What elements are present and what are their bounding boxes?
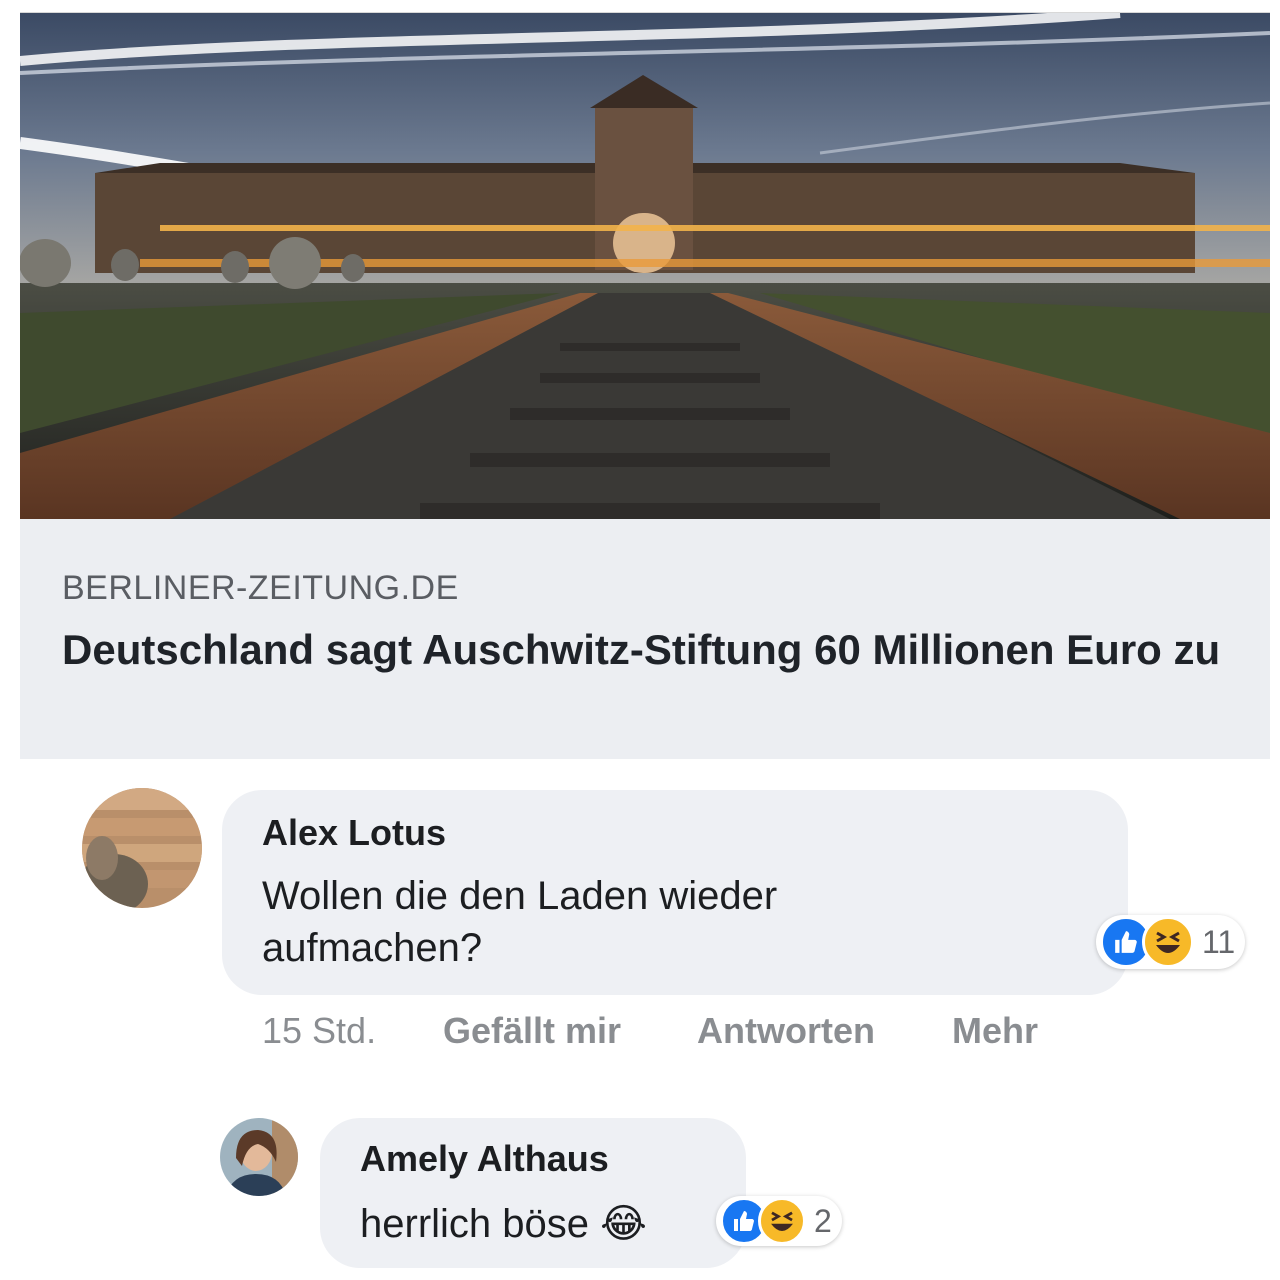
like-button[interactable]: Gefällt mir (443, 1010, 621, 1052)
reply-button[interactable]: Antworten (697, 1010, 875, 1052)
avatar[interactable] (82, 788, 202, 908)
article-image[interactable] (20, 13, 1270, 519)
comment-text: herrlich böse 😂 (360, 1198, 647, 1250)
tears-of-joy-emoji: 😂 (600, 1202, 647, 1246)
comment-timestamp[interactable]: 15 Std. (262, 1010, 376, 1052)
link-headline[interactable]: Deutschland sagt Auschwitz-Stiftung 60 M… (62, 619, 1222, 681)
avatar-image (82, 788, 202, 908)
comment-author[interactable]: Alex Lotus (262, 812, 446, 854)
haha-icon (1142, 916, 1194, 968)
reaction-count: 2 (814, 1202, 832, 1239)
haha-icon (758, 1197, 806, 1245)
comment-text: Wollen die den Laden wieder aufmachen? (262, 874, 778, 970)
reaction-count: 11 (1202, 923, 1236, 960)
reaction-summary[interactable]: 2 (716, 1196, 842, 1246)
comment-bubble[interactable]: Amely Althaus herrlich böse 😂 (320, 1118, 746, 1268)
reaction-summary[interactable]: 11 (1096, 915, 1246, 969)
comment-bubble[interactable]: Alex Lotus Wollen die den Laden wieder a… (222, 790, 1128, 995)
avatar-image (220, 1118, 298, 1196)
avatar[interactable] (220, 1118, 298, 1196)
auschwitz-gate-photo (20, 13, 1270, 519)
link-preview-card[interactable]: BERLINER-ZEITUNG.DE Deutschland sagt Aus… (20, 12, 1270, 759)
comment-author[interactable]: Amely Althaus (360, 1138, 609, 1180)
link-domain: BERLINER-ZEITUNG.DE (62, 569, 459, 607)
more-button[interactable]: Mehr (952, 1010, 1038, 1052)
comment-text-body: herrlich böse (360, 1202, 590, 1246)
